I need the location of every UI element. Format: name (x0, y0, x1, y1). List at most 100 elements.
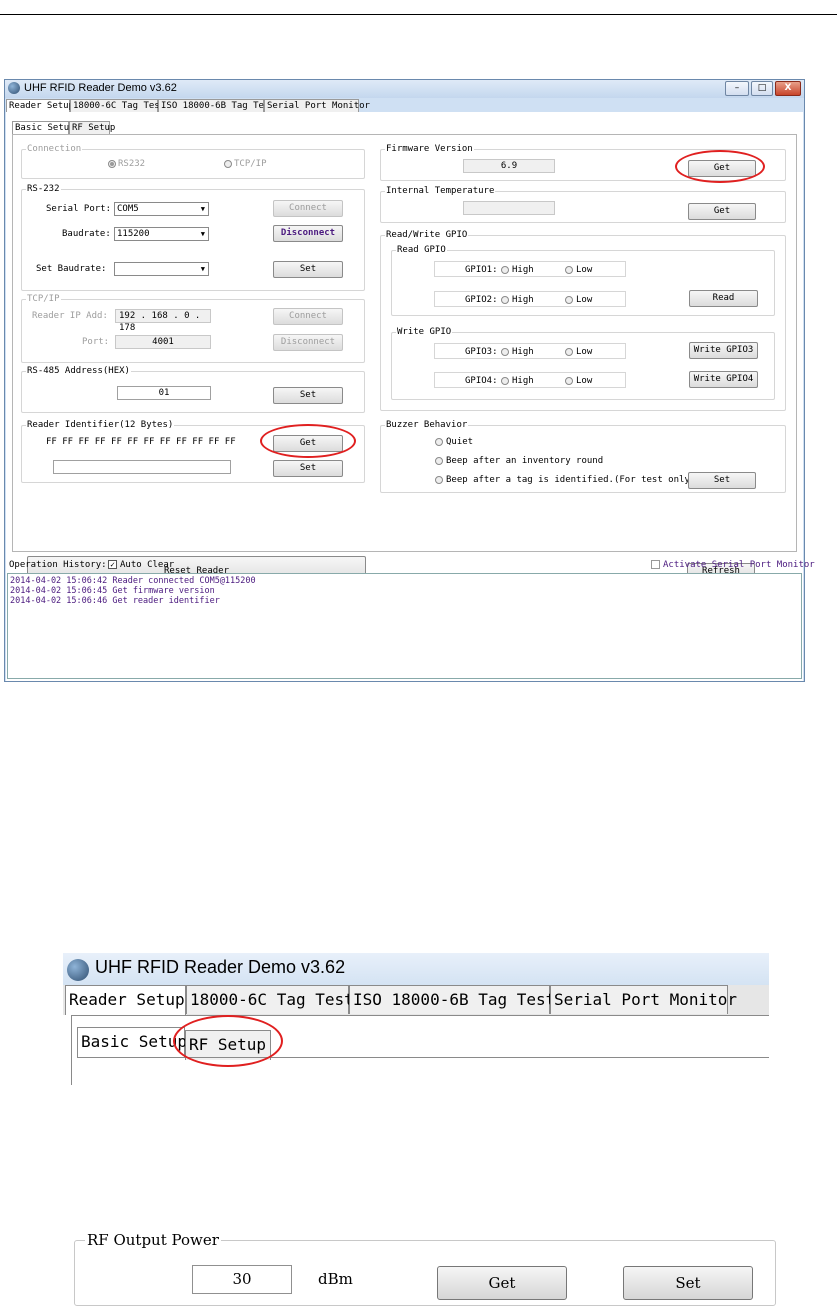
rf-power-get-button[interactable]: Get (437, 1266, 567, 1300)
buzzer-title: Buzzer Behavior (385, 419, 469, 431)
rf-power-set-button[interactable]: Set (623, 1266, 753, 1300)
reader-ip-input[interactable]: 192 . 168 . 0 . 178 (115, 309, 211, 333)
reader-identifier-input[interactable] (53, 460, 231, 474)
baudrate-label: Baudrate: (62, 229, 111, 239)
gpio2-label: GPIO2: (465, 295, 498, 305)
activate-monitor-label: Activate Serial Port Monitor (663, 560, 815, 570)
set-baudrate-button[interactable]: Set (273, 261, 343, 278)
buzzer-inventory-radio[interactable] (435, 457, 443, 465)
rf-output-power-screenshot: RF Output Power 30 dBm Get Set (74, 1230, 776, 1306)
port-input[interactable]: 4001 (115, 335, 211, 349)
buzzer-quiet-radio[interactable] (435, 438, 443, 446)
zoom-subtab-rule (77, 1057, 769, 1058)
zoom-subtab-basic-setup[interactable]: Basic Setup (77, 1027, 187, 1057)
connection-title: Connection (26, 143, 83, 155)
auto-clear-checkbox[interactable]: ✓ (108, 560, 117, 569)
tab-serial-port-monitor[interactable]: Serial Port Monitor (264, 99, 370, 112)
window-title: UHF RFID Reader Demo v3.62 (24, 82, 177, 94)
firmware-version-value: 6.9 (463, 159, 555, 173)
rs232-connect-button[interactable]: Connect (273, 200, 343, 217)
gpio-title: Read/Write GPIO (385, 229, 469, 241)
tcpip-group: TCP/IP Reader IP Add: 192 . 168 . 0 . 17… (21, 293, 365, 363)
gpio4-label: GPIO4: (465, 376, 498, 386)
gpio2-low-radio[interactable] (565, 296, 573, 304)
zoom-main-tabs: Reader Setup 18000-6C Tag Test ISO 18000… (63, 985, 769, 1016)
log-line: 2014-04-02 15:06:46 Get reader identifie… (10, 596, 220, 606)
zoom-body: Basic Setup RF Setup (63, 1015, 769, 1085)
page-top-rule (0, 14, 837, 15)
gpio1-low-label: Low (576, 265, 593, 275)
close-button[interactable]: X (775, 81, 801, 96)
gpio4-row: GPIO4: High Low (434, 372, 626, 388)
rs485-set-button[interactable]: Set (273, 387, 343, 404)
tcpip-connect-button[interactable]: Connect (273, 308, 343, 325)
connection-group: Connection RS232 TCP/IP (21, 143, 365, 179)
baudrate-select[interactable]: 115200 ▼ (114, 227, 209, 241)
serial-port-label: Serial Port: (46, 204, 112, 214)
title-bar: UHF RFID Reader Demo v3.62 – □ X (5, 80, 804, 98)
activate-monitor-checkbox[interactable] (651, 560, 660, 569)
tab-reader-setup[interactable]: Reader Setup (6, 99, 74, 113)
tab-18000-6c[interactable]: 18000-6C Tag Test (70, 99, 165, 112)
gpio2-row: GPIO2: High Low (434, 291, 626, 307)
operation-history-log[interactable]: 2014-04-02 15:06:42 Reader connected COM… (7, 573, 802, 679)
tcpip-radio[interactable] (224, 160, 232, 168)
zoom-tab-iso-18000-6b[interactable]: ISO 18000-6B Tag Test (349, 985, 555, 1014)
gpio4-high-radio[interactable] (501, 377, 509, 385)
rf-output-power-group: RF Output Power 30 dBm Get Set (74, 1230, 776, 1306)
zoom-tab-reader-setup[interactable]: Reader Setup (65, 985, 186, 1016)
set-baudrate-select[interactable]: ▼ (114, 262, 209, 276)
rs485-address-input[interactable]: 01 (117, 386, 211, 400)
port-label: Port: (82, 337, 110, 347)
gpio3-high-radio[interactable] (501, 348, 509, 356)
tab-iso-18000-6b[interactable]: ISO 18000-6B Tag Test (158, 99, 275, 112)
reader-identifier-set-button[interactable]: Set (273, 460, 343, 477)
zoom-tab-serial-port-monitor[interactable]: Serial Port Monitor (550, 985, 737, 1014)
gpio1-row: GPIO1: High Low (434, 261, 626, 277)
write-gpio3-button[interactable]: Write GPIO3 (689, 342, 758, 359)
gpio-read-button[interactable]: Read (689, 290, 758, 307)
rf-power-input[interactable]: 30 (192, 1265, 292, 1294)
temperature-title: Internal Temperature (385, 185, 496, 197)
globe-icon (8, 82, 20, 94)
serial-port-select[interactable]: COM5 ▼ (114, 202, 209, 216)
gpio1-label: GPIO1: (465, 265, 498, 275)
zoom-tab-18000-6c[interactable]: 18000-6C Tag Test (186, 985, 354, 1014)
gpio3-row: GPIO3: High Low (434, 343, 626, 359)
rs232-label: RS232 (118, 159, 146, 169)
gpio4-low-label: Low (576, 376, 593, 386)
write-gpio-group: Write GPIO GPIO3: High Low Write GPIO3 G… (391, 326, 775, 400)
write-gpio4-button[interactable]: Write GPIO4 (689, 371, 758, 388)
temperature-value (463, 201, 555, 215)
buzzer-set-button[interactable]: Set (688, 472, 756, 489)
gpio3-low-radio[interactable] (565, 348, 573, 356)
subtab-rf-setup[interactable]: RF Setup (69, 121, 115, 134)
maximize-button[interactable]: □ (751, 81, 773, 96)
gpio3-label: GPIO3: (465, 347, 498, 357)
zoom-title-bar: UHF RFID Reader Demo v3.62 (63, 953, 769, 985)
temperature-get-button[interactable]: Get (688, 203, 756, 220)
gpio4-low-radio[interactable] (565, 377, 573, 385)
firmware-group: Firmware Version 6.9 Get (380, 143, 786, 183)
tcpip-title: TCP/IP (26, 293, 61, 305)
gpio4-high-label: High (512, 376, 534, 386)
reader-identifier-group: Reader Identifier(12 Bytes) FF FF FF FF … (21, 419, 365, 483)
firmware-title: Firmware Version (385, 143, 474, 155)
rs485-title: RS-485 Address(HEX) (26, 365, 131, 377)
highlight-circle (173, 1015, 283, 1067)
gpio1-high-radio[interactable] (501, 266, 509, 274)
buzzer-tag-radio[interactable] (435, 476, 443, 484)
gpio1-low-radio[interactable] (565, 266, 573, 274)
reader-identifier-value: FF FF FF FF FF FF FF FF FF FF FF FF (46, 437, 236, 447)
buzzer-group: Buzzer Behavior Quiet Beep after an inve… (380, 419, 786, 493)
rs232-radio[interactable] (108, 160, 116, 168)
subtab-basic-setup[interactable]: Basic Setup (12, 121, 75, 134)
zoomed-tabs-screenshot: UHF RFID Reader Demo v3.62 Reader Setup … (63, 953, 769, 1085)
gpio2-high-radio[interactable] (501, 296, 509, 304)
client-area: Basic Setup RF Setup Connection RS232 TC… (6, 112, 815, 681)
tcpip-disconnect-button[interactable]: Disconnect (273, 334, 343, 351)
gpio3-low-label: Low (576, 347, 593, 357)
minimize-button[interactable]: – (725, 81, 749, 96)
rs232-disconnect-button[interactable]: Disconnect (273, 225, 343, 242)
rs485-group: RS-485 Address(HEX) 01 Set (21, 365, 365, 413)
